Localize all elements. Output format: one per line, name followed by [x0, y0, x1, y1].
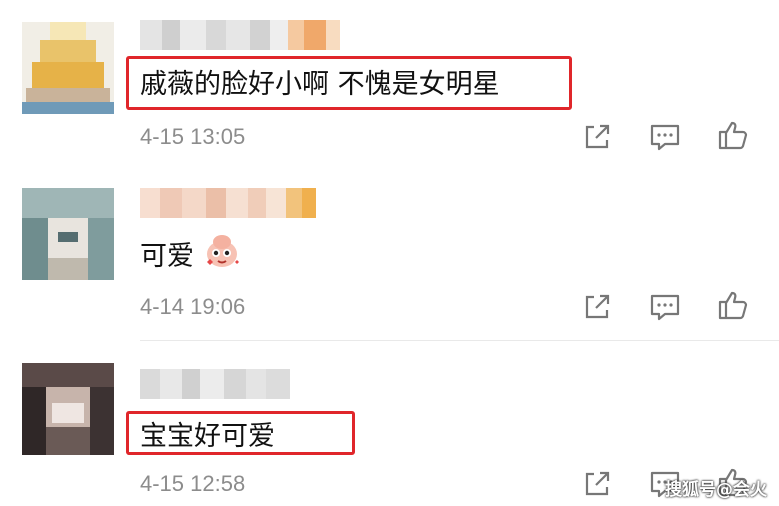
comment-text: 宝宝好可爱 [140, 421, 275, 452]
comment-icon[interactable] [648, 120, 682, 154]
share-icon[interactable] [580, 467, 614, 501]
avatar[interactable] [22, 22, 114, 114]
avatar[interactable] [22, 363, 114, 455]
thumbs-up-icon[interactable] [716, 118, 750, 152]
comment-icon[interactable] [648, 290, 682, 324]
username-blurred[interactable] [140, 369, 290, 399]
comment-timestamp: 4-15 12:58 [140, 471, 246, 496]
share-icon[interactable] [580, 120, 614, 154]
comment-text: 可爱 [140, 241, 194, 272]
comment-item: 宝宝好可爱 4-15 12:58 [0, 341, 779, 506]
comment-item: 可爱 4-14 19:06 [0, 170, 779, 340]
comment-timestamp: 4-15 13:05 [140, 124, 246, 149]
share-icon[interactable] [580, 290, 614, 324]
username-blurred[interactable] [140, 188, 330, 218]
comment-item: 戚薇的脸好小啊 不愧是女明星 4-15 13:05 [0, 0, 779, 170]
comment-timestamp: 4-14 19:06 [140, 294, 246, 319]
emoji-icon [207, 235, 239, 267]
thumbs-up-icon[interactable] [716, 288, 750, 322]
username-blurred[interactable] [140, 20, 340, 50]
watermark: 搜狐号@会火 [665, 480, 767, 500]
comment-text: 戚薇的脸好小啊 不愧是女明星 [140, 69, 500, 100]
avatar[interactable] [22, 188, 114, 280]
